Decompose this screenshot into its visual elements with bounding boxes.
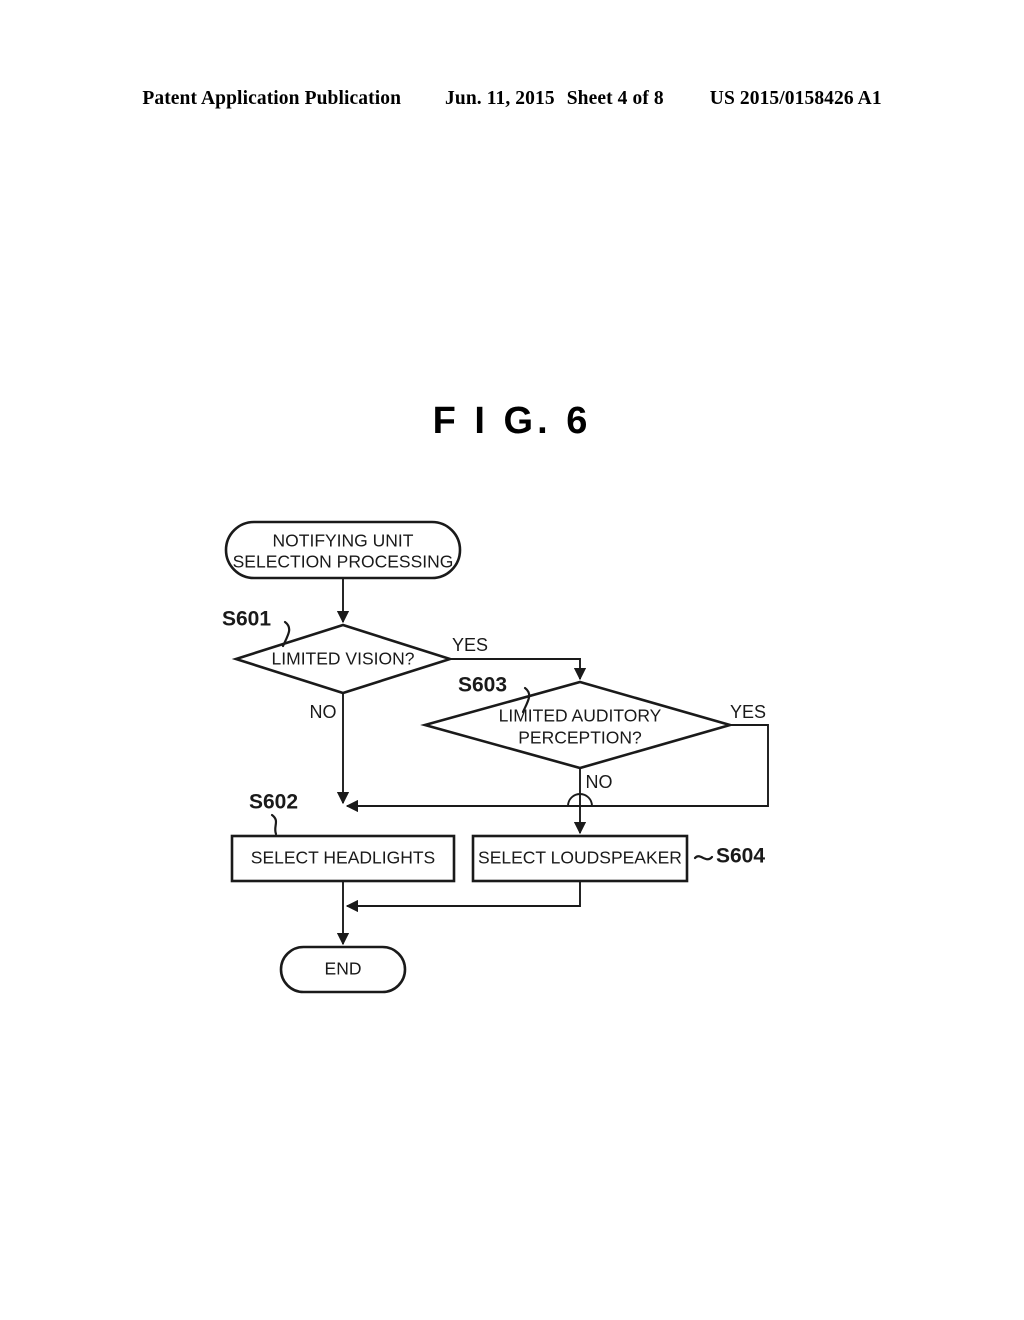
process2-label: SELECT LOUDSPEAKER <box>478 848 682 868</box>
step-number-s601: S601 <box>222 608 271 631</box>
process-select-loudspeaker: SELECT LOUDSPEAKER <box>471 834 689 883</box>
decision2-line1: LIMITED AUDITORY <box>499 706 662 726</box>
decision2-line2: PERCEPTION? <box>518 728 642 748</box>
process-select-headlights: SELECT HEADLIGHTS <box>230 834 456 883</box>
leader-s604 <box>693 855 714 861</box>
decision-limited-vision: LIMITED VISION? <box>231 623 455 695</box>
decision1-no-label: NO <box>310 702 337 722</box>
step-number-s604: S604 <box>716 845 765 868</box>
start-terminator-line1: NOTIFYING UNIT <box>273 531 414 551</box>
decision2-yes-label: YES <box>730 702 766 722</box>
decision1-label: LIMITED VISION? <box>272 649 415 669</box>
start-terminator: NOTIFYING UNIT SELECTION PROCESSING <box>224 520 462 580</box>
process1-label: SELECT HEADLIGHTS <box>251 848 435 868</box>
decision2-no-label: NO <box>586 772 613 792</box>
step-number-s602: S602 <box>249 791 298 814</box>
end-terminator-label: END <box>325 959 362 979</box>
leader-s602 <box>270 813 278 836</box>
connector-process2-to-end-merge <box>345 881 581 913</box>
flowchart-diagram: NOTIFYING UNIT SELECTION PROCESSING LIMI… <box>0 0 1024 1320</box>
end-terminator: END <box>279 945 407 994</box>
decision1-yes-label: YES <box>452 635 488 655</box>
step-number-s603: S603 <box>458 674 507 697</box>
start-terminator-line2: SELECTION PROCESSING <box>233 552 454 572</box>
